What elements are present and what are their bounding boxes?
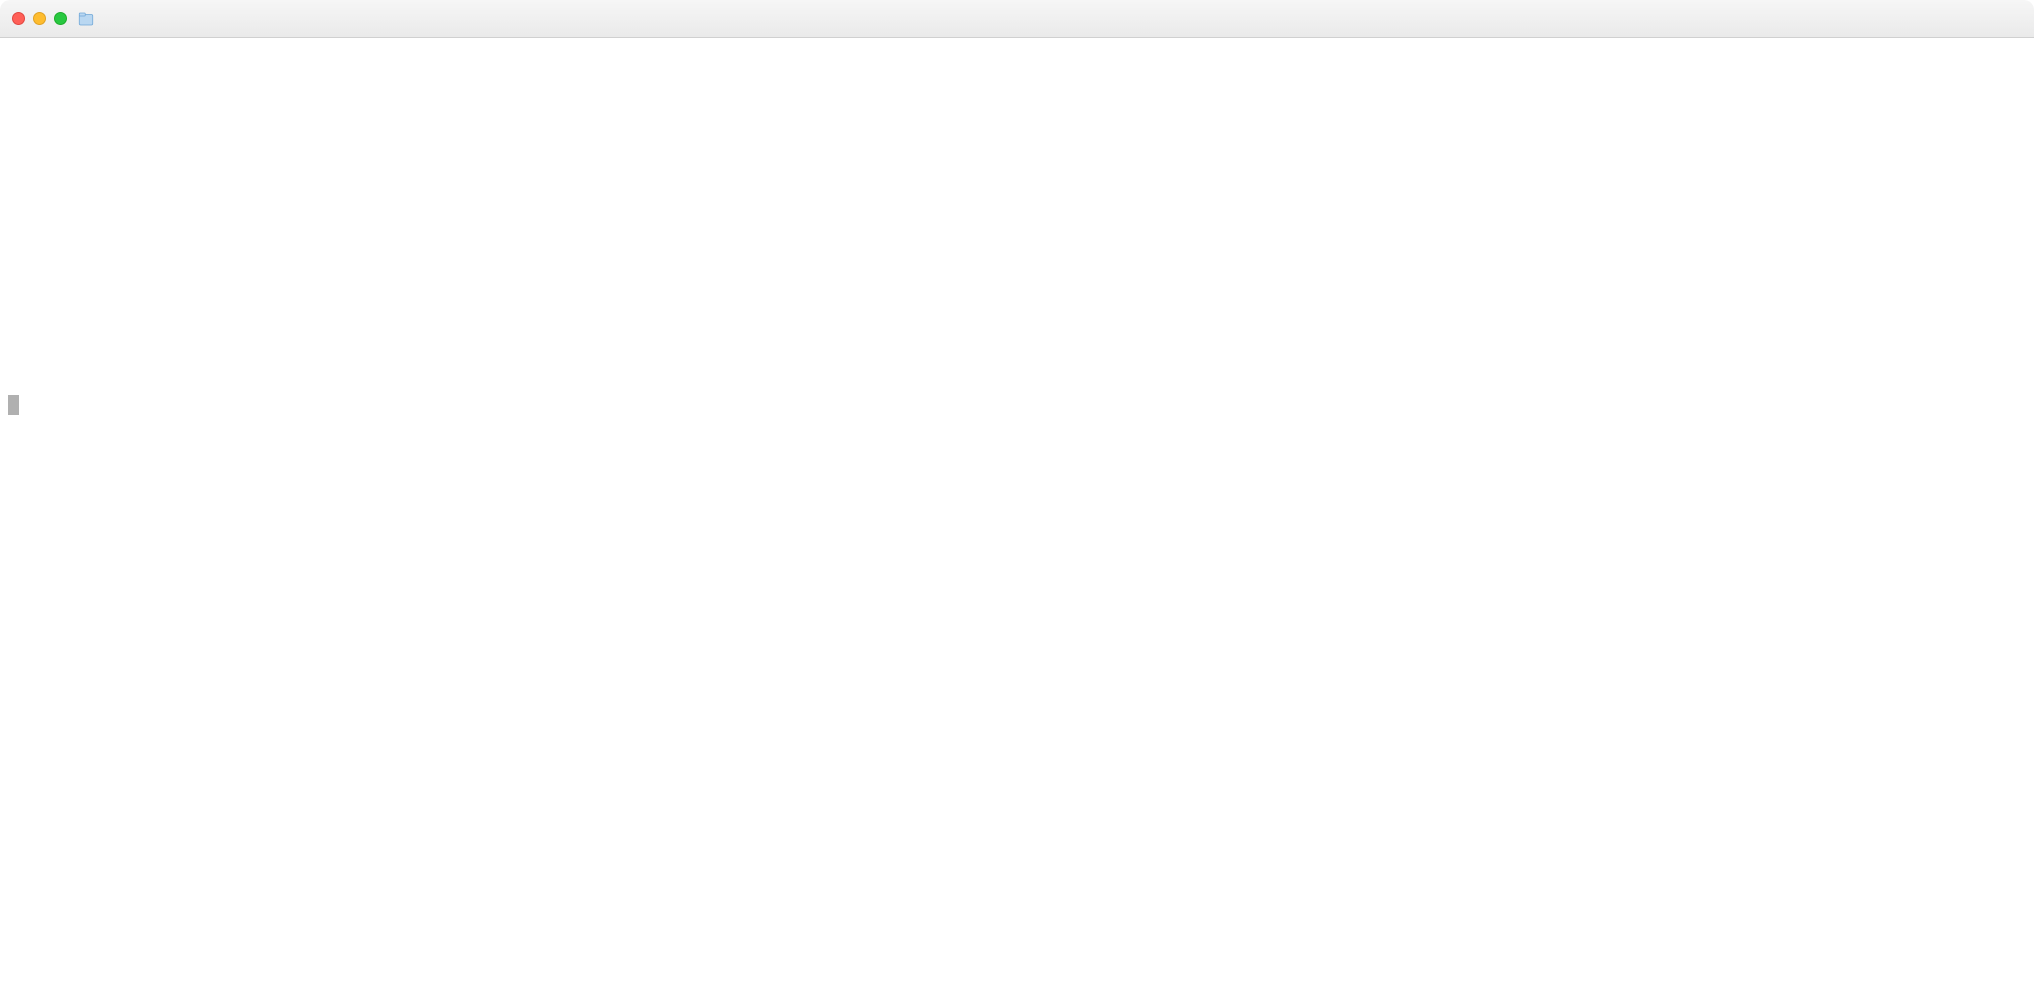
task-line (8, 132, 2026, 154)
minimize-icon[interactable] (33, 12, 46, 25)
cursor (8, 395, 19, 415)
blank-line (8, 88, 2026, 110)
progress-line (8, 329, 2026, 351)
note-line (8, 175, 2026, 197)
blank-line (8, 263, 2026, 285)
traffic-lights (12, 12, 67, 25)
folder-icon (77, 10, 95, 28)
note-line (8, 219, 2026, 241)
close-icon[interactable] (12, 12, 25, 25)
maximize-icon[interactable] (54, 12, 67, 25)
terminal-output[interactable] (0, 38, 2034, 424)
title-bar[interactable] (0, 0, 2034, 38)
